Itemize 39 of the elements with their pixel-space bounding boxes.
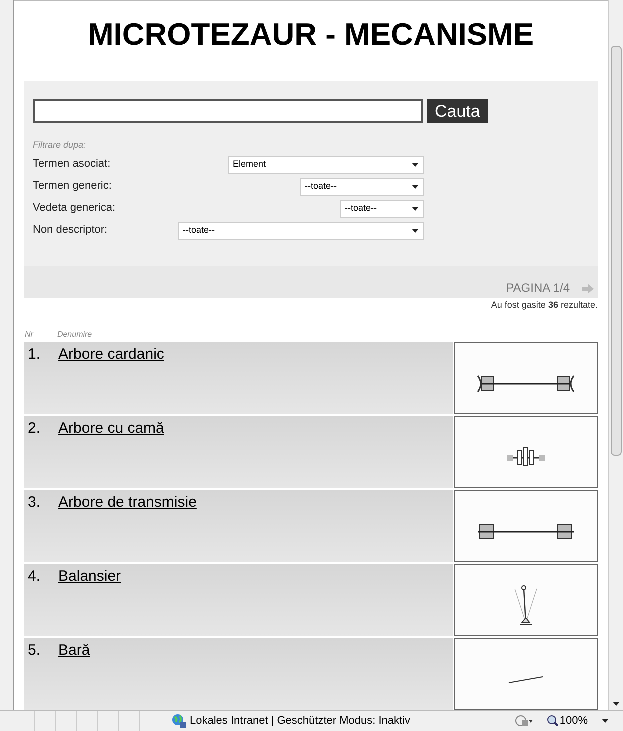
filter-select[interactable]: --toate-- [300,178,424,196]
column-header: Nr [25,329,34,341]
result-number: 1. [28,345,41,365]
dropdown-caret-icon [412,162,419,166]
result-number: 4. [28,567,41,587]
filter-caption: Filtrare dupa: [33,139,86,152]
zoom-icon[interactable] [546,715,559,727]
lock-icon[interactable] [514,715,533,727]
scroll-down-icon[interactable] [612,702,620,706]
result-link[interactable]: Bară [58,640,90,662]
filter-label: Termen asociat: [33,157,111,172]
results-count: Au fost gasite 36 rezultate. [491,298,598,312]
result-number: 5. [28,641,41,661]
result-number: 2. [28,419,41,439]
page-title: MICROTEZAUR - MECANISME [86,19,536,50]
zoom-level[interactable]: 100% [560,712,588,730]
filter-label: Non descriptor: [33,223,108,238]
filter-select[interactable]: Element [228,156,424,174]
result-number: 3. [28,493,41,513]
scrollbar[interactable] [608,0,623,710]
zone-text: Lokales Intranet | Geschützter Modus: Inaktiv [190,714,411,729]
filter-label: Vedeta generica: [33,201,116,216]
filter-select[interactable]: --toate-- [340,200,424,218]
globe-icon [172,714,186,728]
dropdown-caret-icon [412,228,419,232]
filter-select[interactable]: --toate-- [178,222,424,240]
camshaft-drawing [506,447,546,469]
search-button[interactable]: Cauta [427,99,488,123]
search-field[interactable] [33,99,423,123]
page-indicator: PAGINA 1/4 [506,280,570,296]
result-link[interactable]: Arbore cardanic [58,344,164,366]
filter-label: Termen generic: [33,179,112,194]
column-header: Denumire [57,329,92,341]
result-link[interactable]: Balansier [58,566,122,588]
dropdown-caret-icon [412,206,419,210]
dropdown-caret-icon [412,184,419,188]
result-link[interactable]: Arbore de transmisie [58,492,197,514]
result-link[interactable]: Arbore cu camă [58,418,164,440]
caret-icon[interactable] [602,719,609,723]
